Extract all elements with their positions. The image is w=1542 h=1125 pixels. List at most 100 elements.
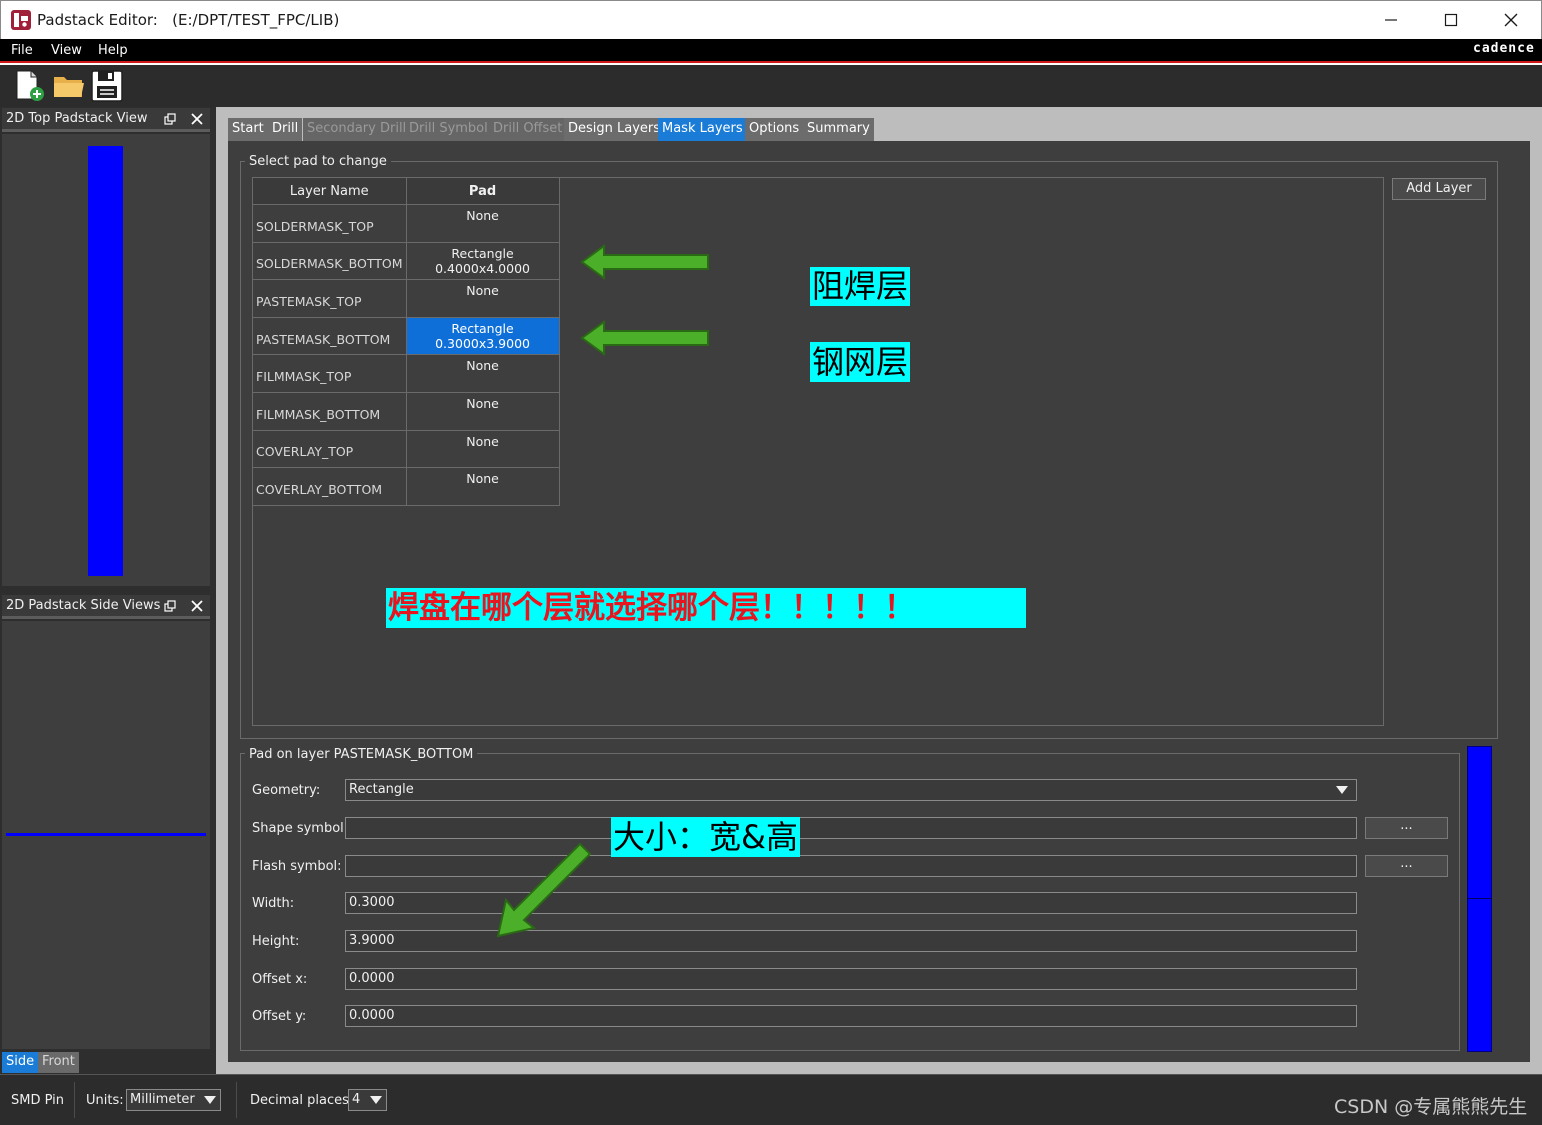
- float-dock-icon[interactable]: [164, 113, 176, 125]
- top-view-dock-title: 2D Top Padstack View: [6, 111, 148, 126]
- menu-view[interactable]: View: [51, 43, 82, 58]
- table-row[interactable]: FILMMASK_TOP None: [252, 354, 560, 393]
- window-title: Padstack Editor: (E:/DPT/TEST_FPC/LIB): [37, 11, 340, 29]
- tab-secondary-drill[interactable]: Secondary Drill: [303, 118, 412, 142]
- close-window-button[interactable]: [1483, 5, 1539, 35]
- csdn-watermark: CSDN @专属熊熊先生: [1334, 1096, 1528, 1118]
- green-arrow-down-left-icon: [496, 842, 592, 938]
- table-row[interactable]: SOLDERMASK_TOP None: [252, 204, 560, 243]
- tab-drill-offset[interactable]: Drill Offset: [489, 118, 568, 142]
- pad-value-cell-selected[interactable]: Rectangle 0.3000x3.9000: [405, 316, 560, 356]
- tab-options[interactable]: Options: [745, 118, 805, 142]
- table-row[interactable]: FILMMASK_BOTTOM None: [252, 391, 560, 431]
- pad-value-cell[interactable]: None: [405, 354, 560, 393]
- shape-symbol-browse-button[interactable]: ...: [1365, 817, 1448, 839]
- layer-select-annotation: 焊盘在哪个层就选择哪个层！！！！！: [386, 588, 1026, 628]
- tab-start[interactable]: Start: [228, 118, 269, 142]
- tab-summary[interactable]: Summary: [803, 118, 875, 142]
- height-label: Height:: [252, 934, 300, 949]
- save-icon[interactable]: [90, 69, 124, 103]
- select-pad-group-title: Select pad to change: [245, 154, 391, 169]
- width-label: Width:: [252, 896, 295, 911]
- menu-file[interactable]: File: [11, 43, 33, 58]
- side-view-dock-title: 2D Padstack Side Views: [6, 598, 161, 613]
- column-header-layer-name[interactable]: Layer Name: [252, 177, 407, 205]
- soldermask-annotation: 阻焊层: [810, 267, 911, 306]
- status-separator: [74, 1082, 75, 1118]
- chevron-down-icon: [204, 1096, 216, 1104]
- pad-value-cell[interactable]: None: [405, 467, 560, 506]
- new-file-icon[interactable]: [13, 69, 47, 103]
- tab-front[interactable]: Front: [38, 1052, 79, 1073]
- layer-name-cell: SOLDERMASK_BOTTOM: [252, 241, 407, 281]
- minimize-icon: [1385, 19, 1397, 21]
- pad-value-cell[interactable]: Rectangle 0.4000x4.0000: [405, 241, 560, 281]
- layer-name-cell: PASTEMASK_BOTTOM: [252, 316, 407, 356]
- status-separator: [236, 1082, 237, 1118]
- tab-mask-layers[interactable]: Mask Layers: [658, 118, 748, 142]
- table-row[interactable]: SOLDERMASK_BOTTOM Rectangle 0.4000x4.000…: [252, 241, 560, 281]
- pad-value-cell[interactable]: None: [405, 429, 560, 469]
- tab-drill-symbol[interactable]: Drill Symbol: [405, 118, 493, 142]
- side-view-pad-line: [6, 833, 206, 836]
- chevron-down-icon: [370, 1096, 382, 1104]
- close-icon: [1504, 13, 1518, 27]
- offset-y-label: Offset y:: [252, 1009, 307, 1024]
- units-label: Units:: [86, 1093, 124, 1108]
- status-bar: [0, 1074, 1542, 1125]
- geometry-label: Geometry:: [252, 783, 321, 798]
- shape-symbol-label: Shape symbol:: [252, 821, 349, 836]
- table-row[interactable]: COVERLAY_BOTTOM None: [252, 467, 560, 506]
- table-row[interactable]: PASTEMASK_TOP None: [252, 279, 560, 318]
- decimal-places-label: Decimal places:: [250, 1093, 354, 1108]
- pin-type-label: SMD Pin: [11, 1093, 65, 1108]
- menu-help[interactable]: Help: [98, 43, 128, 58]
- offset-x-label: Offset x:: [252, 972, 308, 987]
- shape-symbol-input[interactable]: [345, 817, 1357, 839]
- pad-on-layer-group-title: Pad on layer PASTEMASK_BOTTOM: [245, 747, 478, 762]
- layer-name-cell: FILMMASK_BOTTOM: [252, 391, 407, 431]
- tab-design-layers[interactable]: Design Layers: [564, 118, 666, 142]
- pastemask-annotation: 钢网层: [810, 342, 911, 382]
- side-view-dock-header: 2D Padstack Side Views: [2, 595, 210, 619]
- pad-preview-center-line: [1467, 898, 1492, 899]
- units-select[interactable]: Millimeter: [126, 1089, 221, 1111]
- close-dock-icon[interactable]: [190, 599, 204, 613]
- pad-value-cell[interactable]: None: [405, 279, 560, 318]
- offset-x-input[interactable]: 0.0000: [345, 968, 1357, 990]
- cadence-logo: cadence: [1473, 41, 1535, 56]
- maximize-icon: [1444, 13, 1458, 27]
- decimal-places-selected-value: 4: [352, 1092, 361, 1107]
- open-folder-icon[interactable]: [52, 69, 86, 103]
- add-layer-button[interactable]: Add Layer: [1392, 178, 1486, 200]
- tab-drill[interactable]: Drill: [268, 118, 304, 142]
- tab-side[interactable]: Side: [2, 1052, 39, 1073]
- layer-name-cell: SOLDERMASK_TOP: [252, 204, 407, 243]
- table-row[interactable]: COVERLAY_TOP None: [252, 429, 560, 469]
- pad-value-cell[interactable]: None: [405, 204, 560, 243]
- close-dock-icon[interactable]: [190, 112, 204, 126]
- title-bar: Padstack Editor: (E:/DPT/TEST_FPC/LIB): [0, 0, 1542, 39]
- flash-symbol-label: Flash symbol:: [252, 859, 342, 874]
- units-selected-value: Millimeter: [130, 1092, 195, 1107]
- menu-bar: File View Help cadence: [0, 39, 1542, 63]
- pad-value-cell[interactable]: None: [405, 391, 560, 431]
- decimal-places-select[interactable]: 4: [348, 1089, 387, 1111]
- minimize-button[interactable]: [1363, 5, 1419, 35]
- green-arrow-left-icon: [580, 244, 709, 280]
- pad-layer-table: Layer Name Pad SOLDERMASK_TOP None SOLDE…: [252, 177, 560, 506]
- flash-symbol-browse-button[interactable]: ...: [1365, 855, 1448, 877]
- top-view-dock-header: 2D Top Padstack View: [2, 108, 210, 132]
- padstack-app-icon: [11, 10, 31, 30]
- toolbar: [0, 65, 1542, 107]
- maximize-button[interactable]: [1423, 5, 1479, 35]
- pad-preview-bar: [1467, 746, 1492, 1052]
- chevron-down-icon: [1336, 786, 1348, 794]
- column-header-pad[interactable]: Pad: [405, 177, 560, 205]
- offset-y-input[interactable]: 0.0000: [345, 1005, 1357, 1027]
- layer-name-cell: PASTEMASK_TOP: [252, 279, 407, 318]
- geometry-selected-value: Rectangle: [349, 782, 414, 797]
- table-row[interactable]: PASTEMASK_BOTTOM Rectangle 0.3000x3.9000: [252, 316, 560, 356]
- float-dock-icon[interactable]: [164, 600, 176, 612]
- geometry-select[interactable]: Rectangle: [345, 779, 1357, 801]
